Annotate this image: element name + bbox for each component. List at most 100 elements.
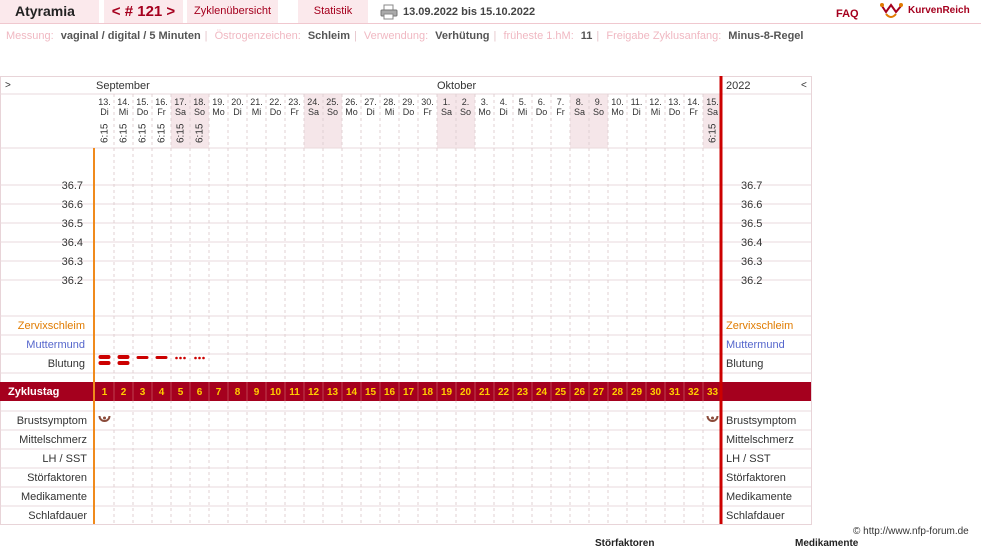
row-label: Störfaktoren [27, 472, 87, 484]
weekday-label: Sa [707, 107, 718, 117]
date-label: 13. [668, 97, 681, 107]
temp-axis-label: 36.4 [62, 237, 83, 249]
temp-axis-label: 36.5 [741, 218, 762, 230]
bleeding-light-mark [202, 356, 205, 360]
date-label: 18. [193, 97, 206, 107]
bleeding-heavy-mark [117, 361, 130, 365]
month-label: September [96, 80, 150, 92]
weekday-label: Do [669, 107, 681, 117]
cycle-day-number: 5 [178, 387, 184, 398]
measurement-time: 6:15 [708, 123, 719, 143]
weekday-label: Mo [611, 107, 624, 117]
cycle-day-number: 25 [555, 387, 567, 398]
cycle-day-number: 15 [365, 387, 377, 398]
measurement-time: 6:15 [176, 123, 187, 143]
measurement-time: 6:15 [138, 123, 149, 143]
date-label: 4. [500, 97, 508, 107]
copyright: © http://www.nfp-forum.de [853, 526, 969, 537]
temp-axis-label: 36.5 [62, 218, 83, 230]
cycle-day-number: 29 [631, 387, 643, 398]
row-label: Medikamente [726, 491, 792, 503]
weekday-label: Do [270, 107, 282, 117]
cycle-day-number: 22 [498, 387, 510, 398]
month-label: Oktober [437, 80, 476, 92]
cycle-day-number: 11 [289, 387, 300, 398]
bleeding-heavy-mark [98, 355, 111, 359]
measurement-time: 6:15 [100, 123, 111, 143]
year-label: 2022 [726, 80, 750, 92]
date-label: 21. [250, 97, 263, 107]
row-label: Schlafdauer [28, 510, 87, 522]
weekday-label: Mo [478, 107, 491, 117]
date-label: 23. [288, 97, 301, 107]
row-label: Mittelschmerz [726, 434, 794, 446]
weekday-label: Di [100, 107, 109, 117]
date-label: 8. [576, 97, 584, 107]
date-label: 11. [631, 97, 643, 107]
weekday-label: Fr [290, 107, 299, 117]
cycle-day-number: 27 [593, 387, 605, 398]
bleeding-light-mark [179, 356, 182, 360]
date-label: 24. [307, 97, 320, 107]
weekday-label: Mi [119, 107, 129, 117]
date-label: 25. [326, 97, 339, 107]
cycle-day-number: 6 [197, 387, 203, 398]
weekday-label: So [460, 107, 471, 117]
nav-left-button[interactable]: > [5, 80, 11, 91]
cycle-day-label: Zyklustag [8, 386, 59, 398]
temp-axis-label: 36.3 [62, 256, 83, 268]
weekday-label: Mi [651, 107, 661, 117]
row-label: Schlafdauer [726, 510, 785, 522]
weekday-label: So [194, 107, 205, 117]
cycle-day-number: 21 [479, 387, 491, 398]
nav-right-button[interactable]: < [801, 80, 807, 91]
measurement-time: 6:15 [195, 123, 206, 143]
temp-axis-label: 36.7 [62, 180, 83, 192]
cycle-day-number: 4 [159, 387, 165, 398]
cycle-day-number: 32 [688, 387, 700, 398]
temp-axis-label: 36.6 [741, 199, 762, 211]
row-label: Muttermund [726, 339, 785, 351]
date-label: 9. [595, 97, 603, 107]
date-label: 7. [557, 97, 565, 107]
date-label: 27. [364, 97, 377, 107]
weekday-label: Mo [212, 107, 225, 117]
date-label: 16. [155, 97, 168, 107]
cycle-day-number: 33 [707, 387, 719, 398]
temp-axis-label: 36.6 [62, 199, 83, 211]
date-label: 1. [443, 97, 451, 107]
cycle-day-number: 16 [384, 387, 396, 398]
bleeding-light-mark [198, 356, 201, 360]
bleeding-medium-mark [136, 356, 149, 359]
row-label: Zervixschleim [18, 320, 85, 332]
date-label: 28. [383, 97, 396, 107]
cycle-day-number: 2 [121, 387, 127, 398]
cycle-day-number: 10 [270, 387, 282, 398]
cycle-day-number: 26 [574, 387, 586, 398]
cycle-day-number: 24 [536, 387, 548, 398]
bleeding-light-mark [175, 356, 178, 360]
weekday-label: Fr [157, 107, 166, 117]
cycle-day-number: 13 [327, 387, 339, 398]
measurement-time: 6:15 [157, 123, 168, 143]
cycle-day-number: 14 [346, 387, 358, 398]
cycle-day-number: 1 [102, 387, 108, 398]
weekday-label: Di [366, 107, 375, 117]
cycle-day-number: 18 [422, 387, 434, 398]
temp-axis-label: 36.2 [741, 275, 762, 287]
cycle-day-number: 8 [235, 387, 241, 398]
row-label: Medikamente [21, 491, 87, 503]
weekday-label: Mi [518, 107, 528, 117]
date-label: 22. [269, 97, 282, 107]
cycle-day-number: 30 [650, 387, 662, 398]
bleeding-heavy-mark [117, 355, 130, 359]
date-label: 30. [421, 97, 434, 107]
weekday-label: Mi [252, 107, 262, 117]
row-label: LH / SST [726, 453, 771, 465]
cycle-day-number: 19 [441, 387, 453, 398]
cycle-day-number: 23 [517, 387, 529, 398]
date-label: 13. [98, 97, 111, 107]
weekday-label: Mo [345, 107, 358, 117]
bleeding-light-mark [183, 356, 186, 360]
weekday-label: Mi [385, 107, 395, 117]
